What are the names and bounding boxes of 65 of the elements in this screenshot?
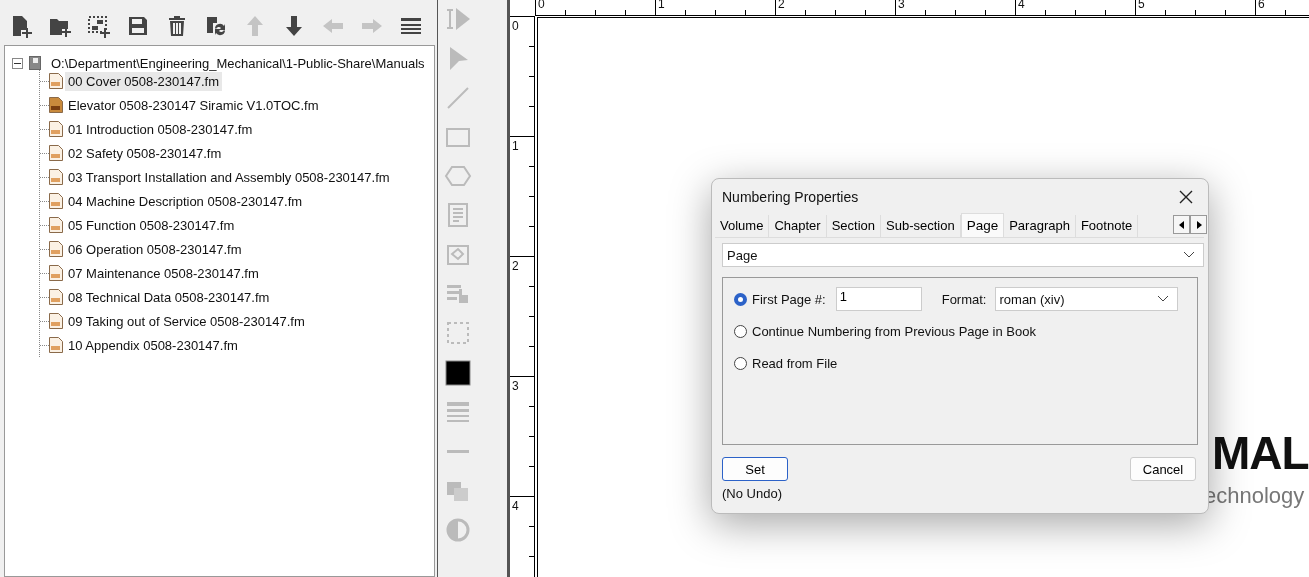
scroll-right-button[interactable] — [1190, 215, 1207, 234]
chevron-icon — [1156, 295, 1169, 303]
save-icon — [126, 14, 150, 38]
tree-item[interactable]: 04 Machine Description 0508-230147.fm — [65, 191, 306, 211]
logo-text: MAL — [1212, 430, 1309, 476]
radio-button[interactable] — [734, 324, 747, 338]
fill-color-swatch[interactable] — [442, 357, 473, 388]
tree-item[interactable]: 02 Safety 0508-230147.fm — [65, 143, 225, 163]
file-icon — [49, 313, 63, 329]
ruler-number: 0 — [538, 0, 545, 11]
ruler-number: 4 — [512, 499, 519, 513]
book-path[interactable]: O:\Department\Engineering_Mechanical\1-Public-Share\Manuals — [48, 53, 428, 73]
file-icon — [49, 169, 63, 185]
tree-item[interactable]: 10 Appendix 0508-230147.fm — [65, 335, 241, 355]
ruler-number: 1 — [658, 0, 665, 11]
dialog-title: Numbering Properties — [722, 189, 859, 205]
ruler-number: 0 — [512, 19, 519, 33]
tree-item[interactable]: 09 Taking out of Service 0508-230147.fm — [65, 311, 308, 331]
tree-item[interactable]: Elevator 0508-230147 Siramic V1.0TOC.fm — [65, 95, 322, 115]
file-icon — [49, 193, 63, 209]
tree-item[interactable]: 05 Function 0508-230147.fm — [65, 215, 238, 235]
option-label[interactable]: First Page #: — [752, 291, 826, 307]
ruler-number: 3 — [512, 379, 519, 393]
tree-item[interactable]: 01 Introduction 0508-230147.fm — [65, 119, 256, 139]
ruler-number: 3 — [898, 0, 905, 11]
right-triangle-icon — [1195, 220, 1202, 229]
file-icon — [49, 265, 63, 281]
set-button[interactable]: Set — [722, 457, 788, 481]
file-icon — [49, 289, 63, 305]
ruler-number: 6 — [1258, 0, 1265, 11]
file-icon — [49, 73, 63, 89]
chevron-icon — [1183, 251, 1195, 259]
ruler-number: 2 — [778, 0, 785, 11]
refresh-icon — [204, 14, 228, 38]
tree-item[interactable]: 00 Cover 0508-230147.fm — [65, 71, 223, 91]
option-label[interactable]: Read from File — [752, 355, 838, 371]
ruler-number: 4 — [1018, 0, 1025, 11]
tab[interactable]: Page — [960, 213, 1005, 237]
collapse-toggle[interactable] — [12, 57, 23, 69]
file-icon — [49, 217, 63, 233]
ruler-number: 1 — [512, 139, 519, 153]
tree-item[interactable]: 06 Operation 0508-230147.fm — [65, 239, 245, 259]
add-selection-icon — [87, 14, 111, 38]
tree-item[interactable]: 07 Maintenance 0508-230147.fm — [65, 263, 262, 283]
no-undo-note: (No Undo) — [722, 486, 783, 501]
ruler-number: 2 — [512, 259, 519, 273]
file-icon — [49, 121, 63, 137]
first-page-field[interactable]: 1 — [835, 287, 922, 311]
left-triangle-icon — [1178, 220, 1185, 229]
radio-button[interactable] — [734, 292, 747, 306]
component-dropdown[interactable]: Page — [722, 243, 1204, 267]
scroll-left-button[interactable] — [1173, 215, 1190, 234]
file-icon — [49, 337, 63, 353]
file-icon — [49, 145, 63, 161]
option-label[interactable]: Continue Numbering from Previous Page in Book — [752, 323, 1036, 339]
format-dropdown[interactable]: roman (xiv) — [994, 287, 1178, 311]
tree-item[interactable]: 08 Technical Data 0508-230147.fm — [65, 287, 273, 307]
radio-button[interactable] — [734, 356, 747, 370]
ruler-number: 5 — [1138, 0, 1145, 11]
close-icon[interactable] — [1178, 189, 1194, 205]
generated-file-icon — [49, 97, 63, 113]
tree-item[interactable]: 03 Transport Installation and Assembly 0508-230147.fm — [65, 167, 393, 187]
cancel-button[interactable]: Cancel — [1130, 457, 1196, 481]
file-icon — [49, 241, 63, 257]
format-label: Format: — [941, 291, 987, 307]
